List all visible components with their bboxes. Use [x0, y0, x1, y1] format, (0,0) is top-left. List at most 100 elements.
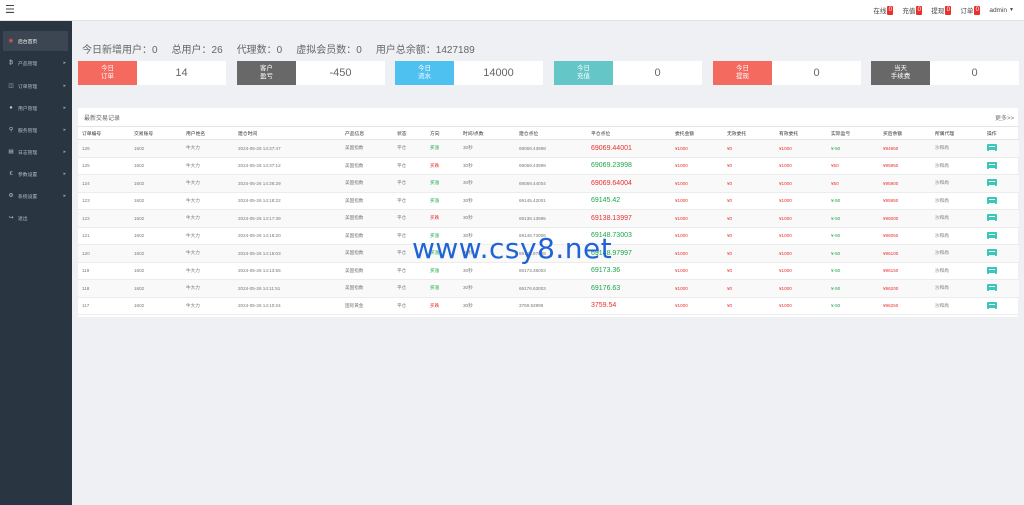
cell-name: 牛大力 — [182, 209, 234, 228]
column-header: 产品信息 — [341, 126, 393, 140]
cell-balance: ¥95950 — [879, 157, 931, 175]
cell-amount: ¥1000 — [671, 244, 723, 263]
user-menu[interactable]: admin ▼ — [989, 7, 1014, 14]
logout-icon: ↪ — [8, 215, 14, 221]
cell-close: 69069.64004 — [587, 174, 671, 193]
recharge-counter[interactable]: 充值 0 — [902, 5, 923, 15]
cell-product: 美国指数 — [341, 209, 393, 228]
cell-pnl: ¥-50 — [827, 262, 879, 280]
top-right-status: 在线 0 充值 0 提现 0 订单 0 admin ▼ — [864, 5, 1014, 15]
view-detail-icon[interactable] — [987, 214, 997, 222]
cell-time: 2024-05-26 14:37:12 — [234, 157, 341, 175]
sidebar-item-orders[interactable]: ◫ 订单管理 ▸ — [0, 76, 72, 96]
cell-valid: ¥1000 — [775, 157, 827, 175]
card-today-recharge: 今日 充值 0 — [554, 61, 702, 85]
cell-open: 69069.43998 — [515, 157, 587, 175]
cell-dir: 买跌 — [426, 209, 459, 228]
online-badge: 0 — [887, 5, 894, 15]
virtual-members-stat: 虚拟会员数：0 — [296, 45, 362, 56]
cell-account: 1602 — [130, 297, 182, 315]
cell-time: 2024-05-26 14:11:51 — [234, 279, 341, 298]
cell-id: 122 — [78, 209, 130, 228]
online-counter[interactable]: 在线 0 — [873, 5, 894, 15]
sidebar-item-label: 参数设置 — [18, 172, 38, 178]
cell-balance: ¥96050 — [879, 227, 931, 245]
cell-close: 69176.63 — [587, 279, 671, 298]
cell-invalid: ¥0 — [723, 174, 775, 193]
view-detail-icon[interactable] — [987, 179, 997, 187]
view-detail-icon[interactable] — [987, 301, 997, 309]
cell-dir: 买跌 — [426, 297, 459, 315]
view-detail-icon[interactable] — [987, 231, 997, 239]
chevron-right-icon: ▸ — [63, 105, 66, 111]
cell-invalid: ¥0 — [723, 244, 775, 263]
recharge-label: 充值 — [902, 8, 916, 15]
column-header: 操作 — [983, 126, 1019, 140]
cell-id: 123 — [78, 192, 130, 210]
cell-pnl: ¥-50 — [827, 192, 879, 210]
column-header: 所属代理 — [931, 126, 983, 140]
table-row: 122 1602 牛大力 2024-05-26 14:17:39 美国指数 平仓 买跌 30秒… — [78, 209, 1019, 228]
withdraw-counter[interactable]: 提现 0 — [931, 5, 952, 15]
cell-pnl: ¥-50 — [827, 227, 879, 245]
cell-product: 美国指数 — [341, 174, 393, 193]
cell-dir: 买涨 — [426, 174, 459, 193]
cell-operation — [983, 157, 1019, 175]
online-label: 在线 — [873, 8, 887, 15]
view-detail-icon[interactable] — [987, 196, 997, 204]
cell-operation — [983, 192, 1019, 210]
view-detail-icon[interactable] — [987, 266, 997, 274]
cell-operation — [983, 139, 1019, 158]
sidebar-item-dashboard[interactable]: ◉ 后台首页 — [3, 31, 68, 51]
card-label: 今日 订单 — [78, 61, 137, 85]
sidebar-item-users[interactable]: ● 用户管理 ▸ — [0, 98, 72, 118]
more-link[interactable]: 更多>> — [995, 113, 1014, 122]
sidebar-item-label: 日志管理 — [18, 150, 38, 156]
cell-pnl: ¥-50 — [827, 139, 879, 158]
cell-status: 平仓 — [393, 279, 426, 298]
cell-agent: 沙和尚 — [931, 139, 983, 158]
withdraw-badge: 0 — [945, 5, 952, 15]
cell-dur: 30秒 — [459, 279, 515, 298]
chevron-right-icon: ▸ — [63, 127, 66, 133]
sidebar-item-products[interactable]: ₿ 产品管理 ▸ — [0, 53, 72, 73]
sidebar-item-services[interactable]: ⚲ 服务管理 ▸ — [0, 120, 72, 140]
recharge-badge: 0 — [916, 5, 923, 15]
cell-balance: ¥96250 — [879, 297, 931, 315]
table-row: 124 1602 牛大力 2024-05-26 14:36:29 美国指数 平仓 买涨 30秒… — [78, 174, 1019, 193]
cell-name: 牛大力 — [182, 262, 234, 280]
view-detail-icon[interactable] — [987, 284, 997, 292]
card-value: 0 — [971, 67, 978, 79]
cell-name: 牛大力 — [182, 192, 234, 210]
cell-valid: ¥1000 — [775, 139, 827, 158]
sidebar-item-logs[interactable]: ▤ 日志管理 ▸ — [0, 142, 72, 162]
cell-account: 1602 — [130, 279, 182, 298]
column-header: 无效委托 — [723, 126, 775, 140]
cell-operation — [983, 244, 1019, 263]
column-header: 状态 — [393, 126, 426, 140]
cell-product: 美国指数 — [341, 139, 393, 158]
view-detail-icon[interactable] — [987, 249, 997, 257]
view-detail-icon[interactable] — [987, 144, 997, 152]
cell-agent: 沙和尚 — [931, 262, 983, 280]
order-counter[interactable]: 订单 0 — [960, 5, 981, 15]
view-detail-icon[interactable] — [987, 161, 997, 169]
cell-agent: 沙和尚 — [931, 209, 983, 228]
column-header: 委托金额 — [671, 126, 723, 140]
hamburger-icon[interactable]: ☰ — [5, 4, 15, 16]
cell-operation — [983, 262, 1019, 280]
cell-invalid: ¥0 — [723, 192, 775, 210]
cell-amount: ¥1000 — [671, 157, 723, 175]
cell-pnl: ¥-50 — [827, 209, 879, 228]
cell-dir: 买涨 — [426, 192, 459, 210]
sidebar-item-system[interactable]: ⚙ 系统设置 ▸ — [0, 186, 72, 206]
sidebar-item-params[interactable]: € 参数设置 ▸ — [0, 164, 72, 184]
cell-amount: ¥1000 — [671, 139, 723, 158]
cell-amount: ¥1000 — [671, 209, 723, 228]
cell-balance: ¥95950 — [879, 192, 931, 210]
column-header: 平仓点位 — [587, 126, 671, 140]
sidebar-item-logout[interactable]: ↪ 退出 — [0, 208, 72, 228]
cell-dir: 买涨 — [426, 139, 459, 158]
cell-operation — [983, 297, 1019, 315]
chevron-right-icon: ▸ — [63, 60, 66, 66]
